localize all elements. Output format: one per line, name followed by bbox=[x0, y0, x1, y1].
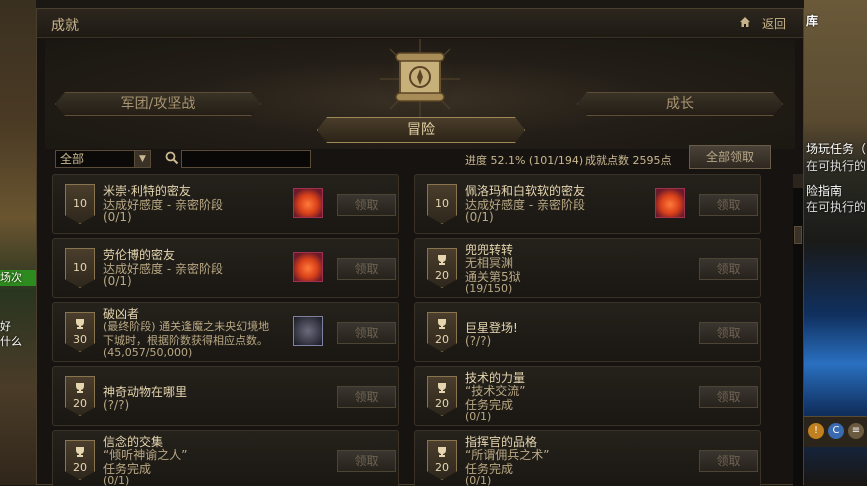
achievement-card: 10 劳伦博的密友 达成好感度 - 亲密阶段 (0/1) 领取 bbox=[52, 238, 399, 298]
trophy-icon bbox=[437, 383, 447, 393]
points-badge: 10 bbox=[65, 184, 95, 224]
achievement-list: 10 米崇·利特的密友 达成好感度 - 亲密阶段 (0/1) 领取 10 佩洛玛… bbox=[52, 174, 787, 486]
points-value: 20 bbox=[435, 397, 449, 410]
dropdown-value: 全部 bbox=[60, 152, 85, 166]
scene-label: 库 bbox=[806, 14, 819, 28]
scroll-compass-icon bbox=[380, 39, 460, 117]
quest-tracker-item[interactable]: 险指南 bbox=[806, 182, 842, 199]
heart-icon[interactable] bbox=[655, 188, 685, 218]
tab-adventure[interactable]: 冒险 bbox=[317, 117, 525, 143]
achievement-card: 20 技术的力量 “技术交流” 任务完成 (0/1) 领取 bbox=[414, 366, 761, 426]
back-button[interactable]: 返回 bbox=[762, 15, 786, 32]
achievement-progress: (?/?) bbox=[465, 334, 492, 348]
quest-tracker-status: 在可执行的 bbox=[806, 200, 867, 214]
claim-button[interactable]: 领取 bbox=[699, 194, 758, 216]
points-value: 20 bbox=[435, 269, 449, 282]
heart-icon[interactable] bbox=[293, 252, 323, 282]
trophy-icon bbox=[437, 319, 447, 329]
window-title: 成就 bbox=[51, 18, 79, 34]
achievement-progress: (0/1) bbox=[465, 474, 492, 486]
points-value: 20 bbox=[435, 333, 449, 346]
achievement-card: 20 指挥官的品格 “所谓佣兵之术” 任务完成 (0/1) 领取 bbox=[414, 430, 761, 486]
points-badge: 30 bbox=[65, 312, 95, 352]
scene-label: 场次 bbox=[0, 270, 36, 286]
achievement-card: 30 破凶者 (最终阶段) 通关逢魔之未央幻境地 下城时，根据阶数获得相应点数。… bbox=[52, 302, 399, 362]
points-value: 10 bbox=[73, 261, 87, 274]
trophy-icon bbox=[437, 447, 447, 457]
list-scrollbar[interactable] bbox=[793, 174, 803, 486]
scene-label: 好 bbox=[0, 320, 11, 333]
points-value: 30 bbox=[73, 333, 87, 346]
category-dropdown[interactable]: 全部 ▼ bbox=[55, 150, 151, 168]
points-value: 10 bbox=[73, 197, 87, 210]
trophy-icon bbox=[75, 447, 85, 457]
quest-tracker-status: 在可执行的 bbox=[806, 159, 867, 173]
trophy-icon bbox=[437, 255, 447, 265]
points-badge: 10 bbox=[427, 184, 457, 224]
chevron-down-icon[interactable]: ▼ bbox=[134, 151, 150, 167]
claim-button[interactable]: 领取 bbox=[699, 258, 758, 280]
achievement-progress: (0/1) bbox=[465, 210, 494, 224]
achievement-card: 10 佩洛玛和白软软的密友 达成好感度 - 亲密阶段 (0/1) 领取 bbox=[414, 174, 761, 234]
claim-button[interactable]: 领取 bbox=[699, 450, 758, 472]
claim-button[interactable]: 领取 bbox=[337, 258, 396, 280]
claim-button[interactable]: 领取 bbox=[337, 450, 396, 472]
points-badge: 20 bbox=[65, 376, 95, 416]
hud-bar: ! C ≡ bbox=[804, 416, 867, 447]
achievement-progress: (45,057/50,000) bbox=[103, 346, 193, 359]
heart-icon[interactable] bbox=[293, 188, 323, 218]
achievement-card: 10 米崇·利特的密友 达成好感度 - 亲密阶段 (0/1) 领取 bbox=[52, 174, 399, 234]
points-badge: 20 bbox=[65, 440, 95, 480]
achievement-progress: (0/1) bbox=[103, 210, 132, 224]
points-value: 20 bbox=[435, 461, 449, 474]
tab-legion-siege[interactable]: 军团/攻坚战 bbox=[55, 92, 261, 116]
achievement-progress: (19/150) bbox=[465, 282, 513, 295]
points-value: 10 bbox=[435, 197, 449, 210]
points-badge: 10 bbox=[65, 248, 95, 288]
points-badge: 20 bbox=[427, 440, 457, 480]
achievement-points: 成就点数 2595点 bbox=[585, 154, 672, 167]
hud-refresh-icon[interactable]: C bbox=[828, 423, 844, 439]
achievement-progress: (0/1) bbox=[103, 274, 132, 288]
points-value: 20 bbox=[73, 461, 87, 474]
achievement-card: 20 巨星登场! (?/?) 领取 bbox=[414, 302, 761, 362]
scrollbar-thumb[interactable] bbox=[794, 226, 802, 244]
achievement-card: 20 兜兜转转 无相冥渊 通关第5狱 (19/150) 领取 bbox=[414, 238, 761, 298]
points-badge: 20 bbox=[427, 376, 457, 416]
tab-growth[interactable]: 成长 bbox=[577, 92, 783, 116]
achievement-card: 20 信念的交集 “倾听神谕之人” 任务完成 (0/1) 领取 bbox=[52, 430, 399, 486]
claim-button[interactable]: 领取 bbox=[337, 386, 396, 408]
game-scene-right: 库 场玩任务（限 在可执行的 险指南 在可执行的 ! C ≡ bbox=[804, 0, 867, 485]
trophy-icon bbox=[75, 319, 85, 329]
progress-text: 进度 52.1% (101/194) bbox=[465, 154, 584, 167]
scene-label: 什么 bbox=[0, 335, 22, 348]
claim-all-button[interactable]: 全部领取 bbox=[689, 145, 771, 169]
achievement-progress: (?/?) bbox=[103, 398, 130, 412]
hud-notification-icon[interactable]: ! bbox=[808, 423, 824, 439]
claim-button[interactable]: 领取 bbox=[699, 322, 758, 344]
achievement-progress: (0/1) bbox=[103, 474, 130, 486]
category-header: 军团/攻坚战 成长 冒险 bbox=[45, 39, 795, 149]
claim-button[interactable]: 领取 bbox=[699, 386, 758, 408]
points-badge: 20 bbox=[427, 312, 457, 352]
search-icon bbox=[165, 151, 179, 165]
emblem-icon[interactable] bbox=[293, 316, 323, 346]
quest-tracker-item[interactable]: 场玩任务（限 bbox=[806, 140, 867, 157]
points-value: 20 bbox=[73, 397, 87, 410]
trophy-icon bbox=[75, 383, 85, 393]
filter-bar: 全部 ▼ 进度 52.1% (101/194) 成就点数 2595点 全部领取 bbox=[55, 145, 787, 172]
search-input[interactable] bbox=[181, 150, 311, 168]
title-bar: 成就 返回 bbox=[37, 9, 803, 38]
scrollbar-track-top bbox=[793, 174, 803, 188]
points-badge: 20 bbox=[427, 248, 457, 288]
home-icon[interactable] bbox=[739, 16, 751, 28]
achievement-card: 20 神奇动物在哪里 (?/?) 领取 bbox=[52, 366, 399, 426]
claim-button[interactable]: 领取 bbox=[337, 194, 396, 216]
achievement-window: 成就 返回 ↩返回 bbox=[36, 8, 804, 486]
claim-button[interactable]: 领取 bbox=[337, 322, 396, 344]
hud-menu-icon[interactable]: ≡ bbox=[848, 423, 864, 439]
game-scene-left: 场次 好 什么 bbox=[0, 0, 36, 485]
achievement-progress: (0/1) bbox=[465, 410, 492, 423]
